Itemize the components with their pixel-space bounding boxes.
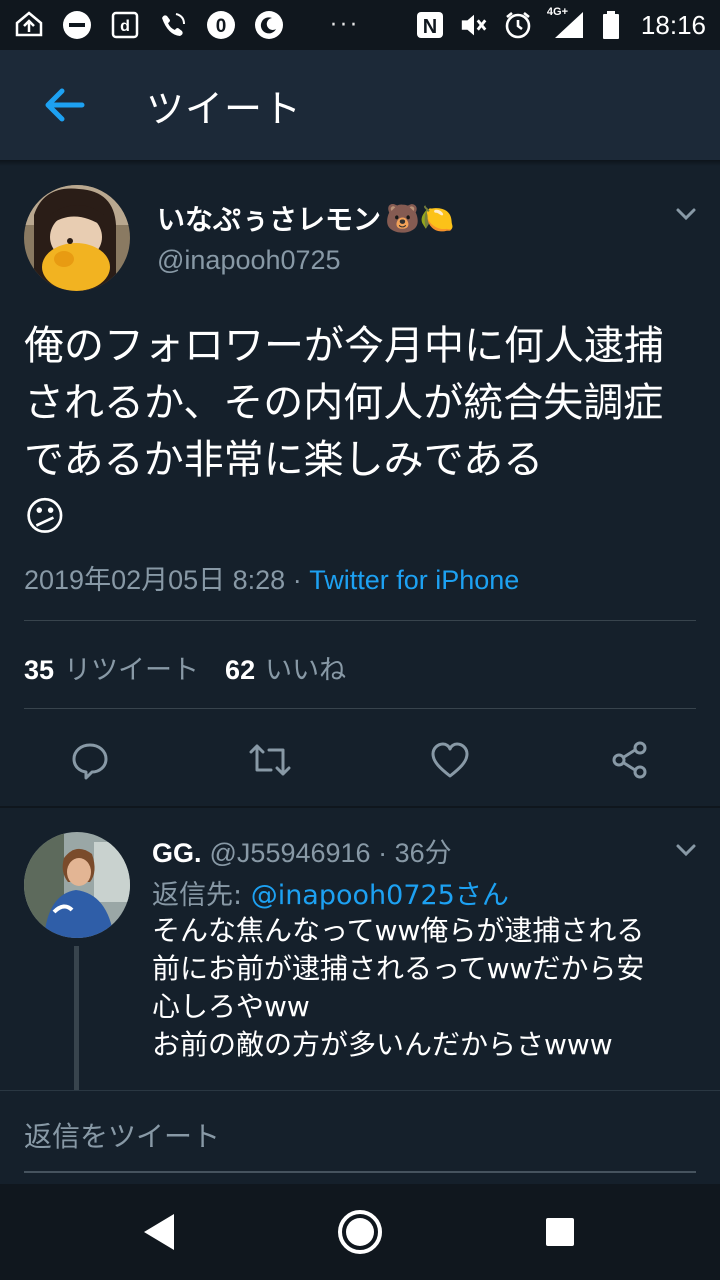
page-title: ツイート: [146, 86, 303, 131]
tweet-source-link[interactable]: Twitter for iPhone: [309, 565, 519, 595]
divider: [24, 708, 696, 709]
reply-author-name[interactable]: GG.: [152, 838, 202, 868]
recents-square-icon: [546, 1218, 574, 1246]
reply-author-handle[interactable]: @J55946916: [210, 838, 371, 868]
reply-menu-button[interactable]: [672, 836, 700, 864]
status-bar: d 0 ··· N 4G+ 18:16: [0, 0, 720, 50]
mute-icon: [459, 10, 489, 40]
retweet-icon: [249, 744, 291, 776]
like-count: 62: [225, 655, 256, 685]
reply-input[interactable]: 返信をツイート: [24, 1115, 220, 1155]
reply-to: 返信先: @inapooh0725さん: [152, 873, 509, 912]
tweet-menu-button[interactable]: [672, 200, 700, 228]
reply-line: 前にお前が逮捕されるってwwだから安: [152, 952, 645, 985]
reply-line: お前の敵の方が多いんだからさwww: [152, 1028, 613, 1061]
clock-time: 18:16: [640, 9, 706, 40]
reply-author-avatar[interactable]: [24, 832, 130, 938]
chevron-down-icon: [676, 844, 696, 857]
nav-map-icon: [14, 10, 44, 40]
reply-header: GG. @J55946916 · 36分: [152, 831, 452, 870]
reply-body: そんな焦んなってww俺らが逮捕される 前にお前が逮捕されるってwwだから安 心し…: [152, 912, 702, 1064]
overflow-dots: ···: [330, 12, 360, 38]
tweet-body: 俺のフォロワーが今月中に何人逮捕されるか、その内何人が統合失調症であるか非常に楽…: [24, 318, 696, 546]
tweet-actions: [0, 730, 720, 790]
svg-text:d: d: [120, 18, 130, 35]
battery-icon: [601, 10, 621, 40]
retweet-stat[interactable]: 35 リツイート: [24, 648, 199, 687]
section-separator: [0, 806, 720, 808]
zero-badge-text: 0: [216, 16, 227, 37]
nav-home-button[interactable]: [330, 1202, 390, 1262]
thread-line: [74, 946, 79, 1090]
back-button[interactable]: [32, 73, 96, 137]
author-avatar[interactable]: [24, 185, 130, 291]
reply-button[interactable]: [60, 730, 120, 790]
author-handle[interactable]: @inapooh0725: [157, 245, 341, 276]
reply-icon: [72, 743, 108, 780]
arrow-left-icon: [45, 88, 85, 122]
app-bar: ツイート: [0, 50, 720, 160]
home-circle-icon: [338, 1210, 382, 1254]
reply-to-label: 返信先:: [152, 880, 251, 911]
author-name[interactable]: いなぷぅさレモン 🐻🍋: [157, 198, 455, 238]
tweet-emoji: 😕: [24, 494, 66, 540]
zero-badge-icon: 0: [206, 10, 236, 40]
do-not-disturb-icon: [62, 10, 92, 40]
network-type-label: 4G+: [546, 6, 569, 18]
divider: [24, 620, 696, 621]
back-triangle-icon: [144, 1214, 174, 1250]
share-icon: [612, 741, 647, 779]
like-label: いいね: [265, 655, 347, 686]
reply-line: そんな焦んなってww俺らが逮捕される: [152, 914, 645, 947]
docomo-d-icon: d: [110, 10, 140, 40]
call-on-icon: [158, 10, 188, 40]
nfc-text: N: [423, 16, 437, 38]
author-name-text: いなぷぅさレモン: [157, 203, 382, 236]
like-icon: [431, 742, 469, 778]
system-nav-bar: [0, 1184, 720, 1280]
header-shadow: [0, 160, 720, 166]
chevron-down-icon: [676, 208, 696, 221]
night-moon-icon: [254, 10, 284, 40]
signal-icon: 4G+: [547, 6, 587, 40]
nav-recents-button[interactable]: [530, 1202, 590, 1262]
like-button[interactable]: [420, 730, 480, 790]
nav-back-button[interactable]: [130, 1202, 190, 1262]
retweet-count: 35: [24, 655, 55, 685]
meta-separator: ·: [285, 565, 310, 595]
like-stat[interactable]: 62 いいね: [225, 648, 346, 687]
tweet-meta: 2019年02月05日 8:28 · Twitter for iPhone: [24, 558, 519, 597]
reply-compose-bar: 返信をツイート: [0, 1090, 720, 1184]
share-button[interactable]: [600, 730, 660, 790]
nfc-icon: N: [415, 10, 445, 40]
author-name-emoji: 🐻🍋: [385, 201, 455, 235]
alarm-icon: [503, 10, 533, 40]
reply-line: 心しろやww: [152, 990, 310, 1023]
retweet-button[interactable]: [240, 730, 300, 790]
input-underline: [24, 1171, 696, 1173]
reply-time: 36分: [394, 838, 452, 868]
retweet-label: リツイート: [64, 655, 200, 686]
tweet-stats: 35 リツイート 62 いいね: [24, 648, 346, 687]
tweet-text: 俺のフォロワーが今月中に何人逮捕されるか、その内何人が統合失調症であるか非常に楽…: [24, 323, 664, 483]
reply-to-handle[interactable]: @inapooh0725さん: [251, 880, 509, 911]
tweet-date: 2019年02月05日 8:28: [24, 565, 286, 595]
reply-separator: ·: [370, 838, 395, 868]
